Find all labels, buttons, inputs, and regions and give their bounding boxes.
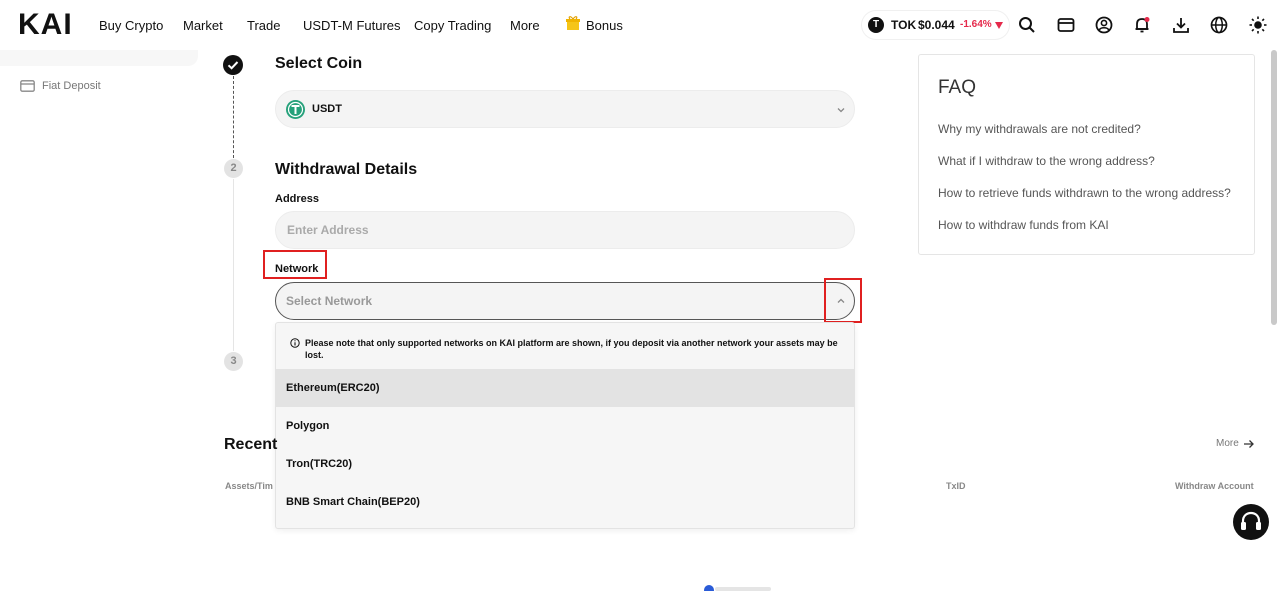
search-icon[interactable] — [1018, 16, 1036, 34]
support-chat-button[interactable] — [1233, 504, 1269, 540]
network-dropdown: Please note that only supported networks… — [275, 322, 855, 529]
user-icon[interactable] — [1095, 16, 1113, 34]
select-coin-title: Select Coin — [275, 55, 363, 72]
network-option-tron[interactable]: Tron(TRC20) — [276, 445, 854, 483]
step-3-indicator: 3 — [224, 352, 243, 371]
annotation-box-network-label — [263, 250, 327, 279]
ticker-symbol: TOK — [891, 18, 917, 32]
faq-panel: FAQ Why my withdrawals are not credited?… — [918, 54, 1255, 255]
chevron-down-icon — [837, 108, 845, 113]
download-icon[interactable] — [1172, 16, 1190, 34]
faq-link-how-to-withdraw[interactable]: How to withdraw funds from KAI — [938, 218, 1109, 232]
faq-title: FAQ — [938, 77, 977, 98]
network-option-bnb-smart-chain[interactable]: BNB Smart Chain(BEP20) — [276, 483, 854, 521]
price-down-icon — [995, 22, 1003, 29]
token-ticker[interactable]: T TOK $0.044 -1.64% — [862, 11, 1009, 39]
wallet-icon[interactable] — [1057, 16, 1075, 34]
step-connector-2 — [233, 179, 234, 351]
nav-market[interactable]: Market — [183, 18, 223, 33]
nav-usdt-m-futures[interactable]: USDT-M Futures — [303, 18, 401, 33]
nav-copy-trading[interactable]: Copy Trading — [414, 18, 491, 33]
network-select[interactable]: Select Network — [275, 282, 855, 320]
top-header: KAI Buy Crypto Market Trade USDT-M Futur… — [0, 0, 1280, 50]
address-label: Address — [275, 193, 320, 205]
info-icon — [290, 338, 300, 348]
step-2-indicator: 2 — [224, 159, 243, 178]
coin-select[interactable]: USDT — [275, 90, 855, 128]
address-input[interactable] — [275, 211, 855, 249]
faq-link-wrong-address[interactable]: What if I withdraw to the wrong address? — [938, 154, 1155, 168]
annotation-box-network-chevron — [824, 278, 862, 323]
col-txid: TxID — [946, 481, 966, 491]
headset-icon — [1241, 511, 1261, 530]
tok-logo-icon: T — [868, 17, 884, 33]
faq-link-withdrawals-not-credited[interactable]: Why my withdrawals are not credited? — [938, 122, 1141, 136]
usdt-logo-icon — [286, 100, 305, 119]
sidebar-item-label: Fiat Deposit — [42, 80, 101, 92]
arrow-right-icon — [1243, 439, 1254, 448]
recent-more-link[interactable]: More — [1216, 438, 1255, 449]
faq-link-retrieve-funds[interactable]: How to retrieve funds withdrawn to the w… — [938, 186, 1231, 200]
col-assets-time: Assets/Tim — [225, 481, 273, 491]
network-option-ethereum[interactable]: Ethereum(ERC20) — [276, 369, 854, 407]
more-label: More — [1216, 438, 1239, 449]
theme-sun-icon[interactable] — [1249, 16, 1267, 34]
nav-bonus[interactable]: Bonus — [586, 18, 623, 33]
step-1-complete-icon — [223, 55, 243, 75]
ticker-change: -1.64% — [960, 19, 992, 30]
loading-indicator — [704, 585, 771, 591]
recent-withdrawals-title: Recent — [224, 436, 278, 453]
kai-logo[interactable]: KAI — [18, 10, 73, 40]
gift-icon — [566, 16, 580, 30]
card-icon — [20, 80, 35, 92]
withdrawal-details-title: Withdrawal Details — [275, 161, 418, 178]
bell-icon[interactable] — [1133, 16, 1151, 34]
network-placeholder: Select Network — [286, 294, 373, 308]
sidebar-item-fiat-deposit[interactable]: Fiat Deposit — [20, 80, 101, 92]
network-notice-text: Please note that only supported networks… — [305, 338, 838, 360]
col-withdraw-account: Withdraw Account — [1175, 481, 1254, 491]
step-connector-1 — [233, 76, 234, 158]
ticker-price: $0.044 — [918, 18, 955, 32]
sidebar-active-item-remnant[interactable] — [0, 50, 198, 66]
nav-more[interactable]: More — [510, 18, 540, 33]
network-option-polygon[interactable]: Polygon — [276, 407, 854, 445]
page-scrollbar[interactable] — [1271, 50, 1277, 325]
nav-trade[interactable]: Trade — [247, 18, 280, 33]
nav-buy-crypto[interactable]: Buy Crypto — [99, 18, 163, 33]
selected-coin: USDT — [312, 103, 342, 115]
network-notice: Please note that only supported networks… — [290, 337, 845, 361]
globe-icon[interactable] — [1210, 16, 1228, 34]
